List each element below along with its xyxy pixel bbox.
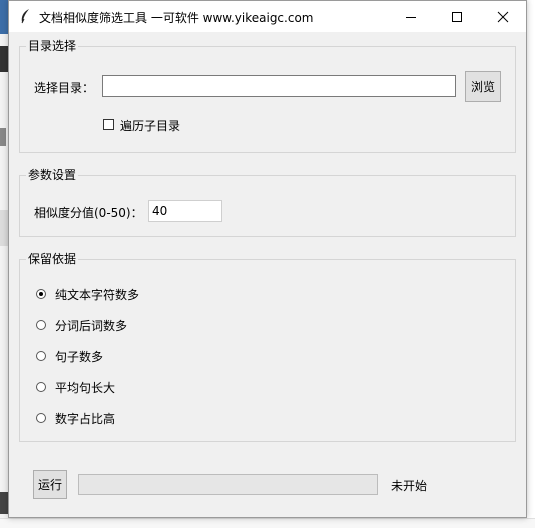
background-app-fragment [0,492,8,514]
radio-option-char-count[interactable]: 纯文本字符数多 [36,286,139,302]
progress-bar [78,474,378,495]
radio-option-sentence-count[interactable]: 句子数多 [36,348,103,364]
retain-group-title: 保留依据 [26,252,79,266]
maximize-icon [452,11,462,22]
radio-label: 纯文本字符数多 [55,287,140,302]
close-button[interactable] [480,1,526,32]
recursive-checkbox[interactable] [103,119,114,130]
params-group: 参数设置 相似度分值(0-50)： [19,168,516,237]
window-title: 文档相似度筛选工具 一可软件 www.yikeaigc.com [39,11,314,25]
radio-selected-dot [39,292,43,296]
browse-button[interactable]: 浏览 [465,71,501,102]
radio-label: 数字占比高 [55,411,116,426]
select-directory-label: 选择目录： [34,81,95,95]
recursive-label: 遍历子目录 [120,119,181,133]
radio-button[interactable] [36,413,46,423]
background-app-fragment [0,46,8,72]
run-button[interactable]: 运行 [33,470,67,499]
radio-label: 平均句长大 [55,380,116,395]
background-app-fragment [0,128,6,146]
params-group-title: 参数设置 [26,168,79,182]
minimize-icon [406,16,416,18]
close-icon [497,11,509,22]
status-text: 未开始 [391,479,428,493]
directory-input[interactable] [102,75,456,97]
radio-label: 分词后词数多 [55,318,128,333]
threshold-input[interactable] [148,200,222,222]
threshold-label: 相似度分值(0-50)： [34,206,143,220]
radio-option-avg-sentence-length[interactable]: 平均句长大 [36,379,115,395]
radio-option-digit-ratio[interactable]: 数字占比高 [36,410,115,426]
radio-button[interactable] [36,382,46,392]
app-window: 文档相似度筛选工具 一可软件 www.yikeaigc.com 目录选择 选择目… [8,0,527,518]
directory-group-title: 目录选择 [26,39,79,53]
directory-group: 目录选择 选择目录： 浏览 遍历子目录 [19,39,516,153]
radio-button[interactable] [36,289,46,299]
radio-button[interactable] [36,320,46,330]
minimize-button[interactable] [388,1,434,32]
retain-group: 保留依据 纯文本字符数多 分词后词数多 句子数多 平均句长大 数字占比高 [19,252,516,442]
radio-button[interactable] [36,351,46,361]
radio-option-word-count[interactable]: 分词后词数多 [36,317,127,333]
maximize-button[interactable] [434,1,480,32]
title-bar[interactable]: 文档相似度筛选工具 一可软件 www.yikeaigc.com [9,1,526,32]
radio-label: 句子数多 [55,349,104,364]
feather-icon [21,9,29,24]
